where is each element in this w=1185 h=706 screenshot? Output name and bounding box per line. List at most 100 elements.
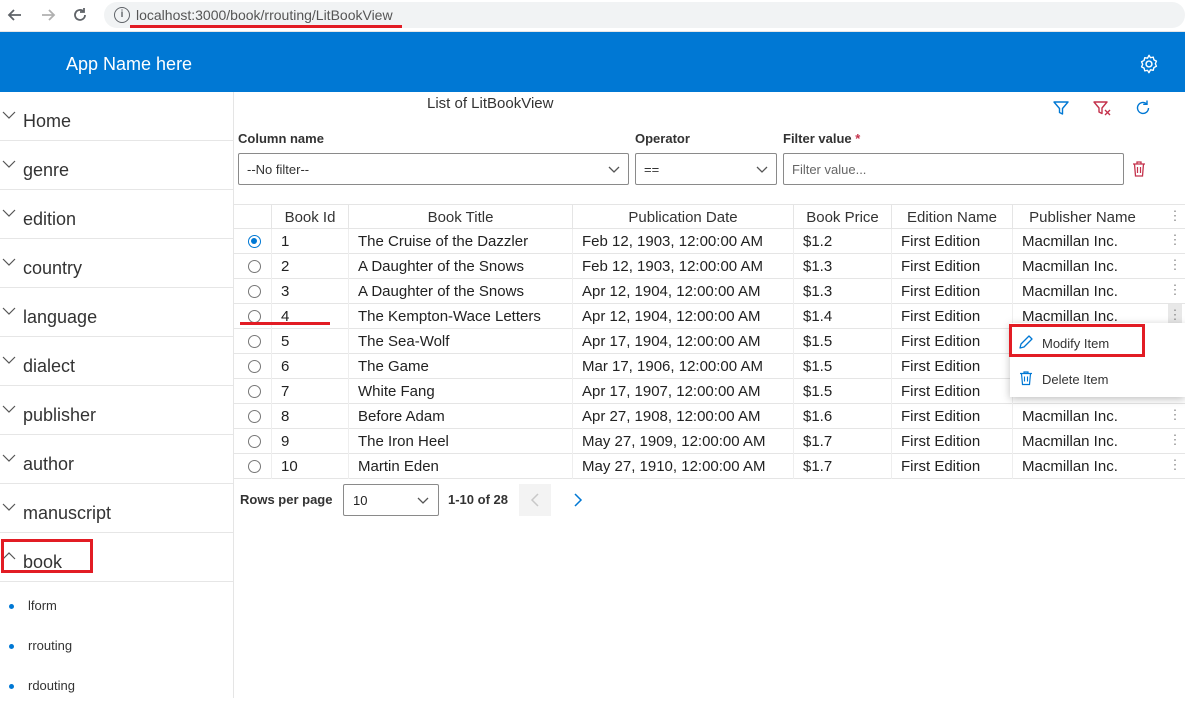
more-options-icon[interactable]: ⋮ [1168, 205, 1182, 230]
forward-icon[interactable] [37, 4, 59, 26]
browser-toolbar: i localhost:3000/book/rrouting/LitBookVi… [0, 0, 1185, 32]
chevron-down-icon [2, 209, 16, 217]
sidebar: Home genre edition country language dialect pu… [0, 92, 234, 698]
table-cell: 5 [271, 329, 348, 354]
chevron-down-icon [2, 111, 16, 119]
table-cell: Before Adam [348, 404, 572, 429]
row-select-radio[interactable] [248, 460, 261, 473]
sidebar-subitem-rrouting[interactable]: rrouting [0, 630, 233, 666]
refresh-icon[interactable] [1133, 98, 1153, 118]
column-name-select[interactable]: --No filter-- [238, 153, 629, 185]
pagination-range: 1-10 of 28 [448, 492, 508, 507]
row-actions-icon[interactable]: ⋮ [1168, 229, 1182, 254]
chevron-down-icon [417, 497, 429, 504]
column-header[interactable]: Book Id [271, 205, 348, 230]
sidebar-item-label: language [23, 307, 98, 327]
reload-icon[interactable] [69, 4, 91, 26]
table-cell: $1.5 [793, 379, 891, 404]
table-cell: Macmillan Inc. [1012, 279, 1152, 304]
sidebar-item-author[interactable]: author [0, 435, 233, 484]
chevron-left-icon [530, 493, 539, 507]
back-icon[interactable] [4, 4, 26, 26]
column-header[interactable]: Book Title [348, 205, 572, 230]
next-page-button[interactable] [562, 484, 594, 516]
table-row[interactable]: 8 Before Adam Apr 27, 1908, 12:00:00 AM $1.… [234, 404, 1185, 429]
table-cell: Apr 17, 1904, 12:00:00 AM [572, 329, 793, 354]
table-cell: Apr 12, 1904, 12:00:00 AM [572, 279, 793, 304]
delete-item-menu-item[interactable]: Delete Item [1010, 360, 1185, 396]
table-cell: $1.5 [793, 329, 891, 354]
table-cell: 7 [271, 379, 348, 404]
table-cell: First Edition [891, 304, 1012, 329]
row-select-radio[interactable] [248, 235, 261, 248]
row-select-radio[interactable] [248, 260, 261, 273]
row-actions-icon[interactable]: ⋮ [1168, 279, 1182, 304]
sidebar-item-language[interactable]: language [0, 288, 233, 337]
rows-per-page-select[interactable]: 10 [343, 484, 439, 516]
row-select-radio[interactable] [248, 335, 261, 348]
table-cell: 6 [271, 354, 348, 379]
table-cell: First Edition [891, 329, 1012, 354]
select-column-header [234, 205, 271, 230]
sidebar-item-label: manuscript [23, 503, 112, 523]
sidebar-subitem-rdouting[interactable]: rdouting [0, 670, 233, 706]
row-select-radio[interactable] [248, 410, 261, 423]
sidebar-item-home[interactable]: Home [0, 92, 233, 141]
row-actions-icon[interactable]: ⋮ [1168, 429, 1182, 454]
column-header[interactable]: Publication Date [572, 205, 793, 230]
filter-icon[interactable] [1051, 98, 1071, 118]
bullet-icon [9, 684, 14, 689]
app-header: App Name here [0, 32, 1185, 92]
row-actions-icon[interactable]: ⋮ [1168, 454, 1182, 479]
table-row[interactable]: 1 The Cruise of the Dazzler Feb 12, 1903, … [234, 229, 1185, 254]
row-select-radio[interactable] [248, 385, 261, 398]
prev-page-button[interactable] [519, 484, 551, 516]
table-cell: A Daughter of the Snows [348, 254, 572, 279]
table-cell: The Kempton-Wace Letters [348, 304, 572, 329]
row-select-radio[interactable] [248, 360, 261, 373]
sidebar-item-publisher[interactable]: publisher [0, 386, 233, 435]
gear-icon[interactable] [1138, 53, 1160, 75]
table-cell: Macmillan Inc. [1012, 229, 1152, 254]
clear-filter-icon[interactable] [1092, 98, 1112, 118]
sidebar-item-genre[interactable]: genre [0, 141, 233, 190]
rows-per-page-label: Rows per page [240, 492, 333, 507]
row-select-radio[interactable] [248, 285, 261, 298]
table-row[interactable]: 10 Martin Eden May 27, 1910, 12:00:00 AM $1… [234, 454, 1185, 479]
table-row[interactable]: 2A Daughter of the Snows Feb 12, 1903, 12… [234, 254, 1185, 279]
sidebar-item-country[interactable]: country [0, 239, 233, 288]
filter-value-label: Filter value * [783, 131, 861, 146]
row-actions-icon[interactable]: ⋮ [1168, 254, 1182, 279]
sidebar-subitem-lform[interactable]: lform [0, 590, 233, 626]
table-cell: First Edition [891, 354, 1012, 379]
filter-value-placeholder: Filter value... [792, 162, 867, 177]
filter-value-input[interactable]: Filter value... [783, 153, 1124, 185]
row-select-radio[interactable] [248, 435, 261, 448]
table-row[interactable]: 9 The Iron Heel May 27, 1909, 12:00:00 AM $… [234, 429, 1185, 454]
operator-select[interactable]: == [635, 153, 777, 185]
table-cell: 10 [271, 454, 348, 479]
sidebar-item-dialect[interactable]: dialect [0, 337, 233, 386]
row-actions-icon[interactable]: ⋮ [1168, 404, 1182, 429]
column-header[interactable]: Edition Name [891, 205, 1012, 230]
sidebar-item-edition[interactable]: edition [0, 190, 233, 239]
row-highlight-underline [240, 322, 330, 325]
sidebar-item-label: dialect [23, 356, 76, 376]
info-icon[interactable]: i [114, 7, 130, 23]
chevron-down-icon [2, 258, 16, 266]
table-row[interactable]: 3A Daughter of the Snows Apr 12, 1904, 12… [234, 279, 1185, 304]
table-cell: White Fang [348, 379, 572, 404]
trash-icon [1020, 371, 1032, 386]
column-header[interactable]: Book Price [793, 205, 891, 230]
table-cell: Feb 12, 1903, 12:00:00 AM [572, 254, 793, 279]
sidebar-item-manuscript[interactable]: manuscript [0, 484, 233, 533]
column-header[interactable]: Publisher Name [1012, 205, 1152, 230]
table-cell: Macmillan Inc. [1012, 429, 1152, 454]
app-title: App Name here [66, 54, 193, 74]
trash-icon[interactable] [1131, 160, 1147, 178]
table-cell: First Edition [891, 454, 1012, 479]
url-text[interactable]: localhost:3000/book/rrouting/LitBookView [136, 7, 393, 23]
table-cell: May 27, 1909, 12:00:00 AM [572, 429, 793, 454]
table-cell: First Edition [891, 379, 1012, 404]
chevron-down-icon [2, 454, 16, 462]
